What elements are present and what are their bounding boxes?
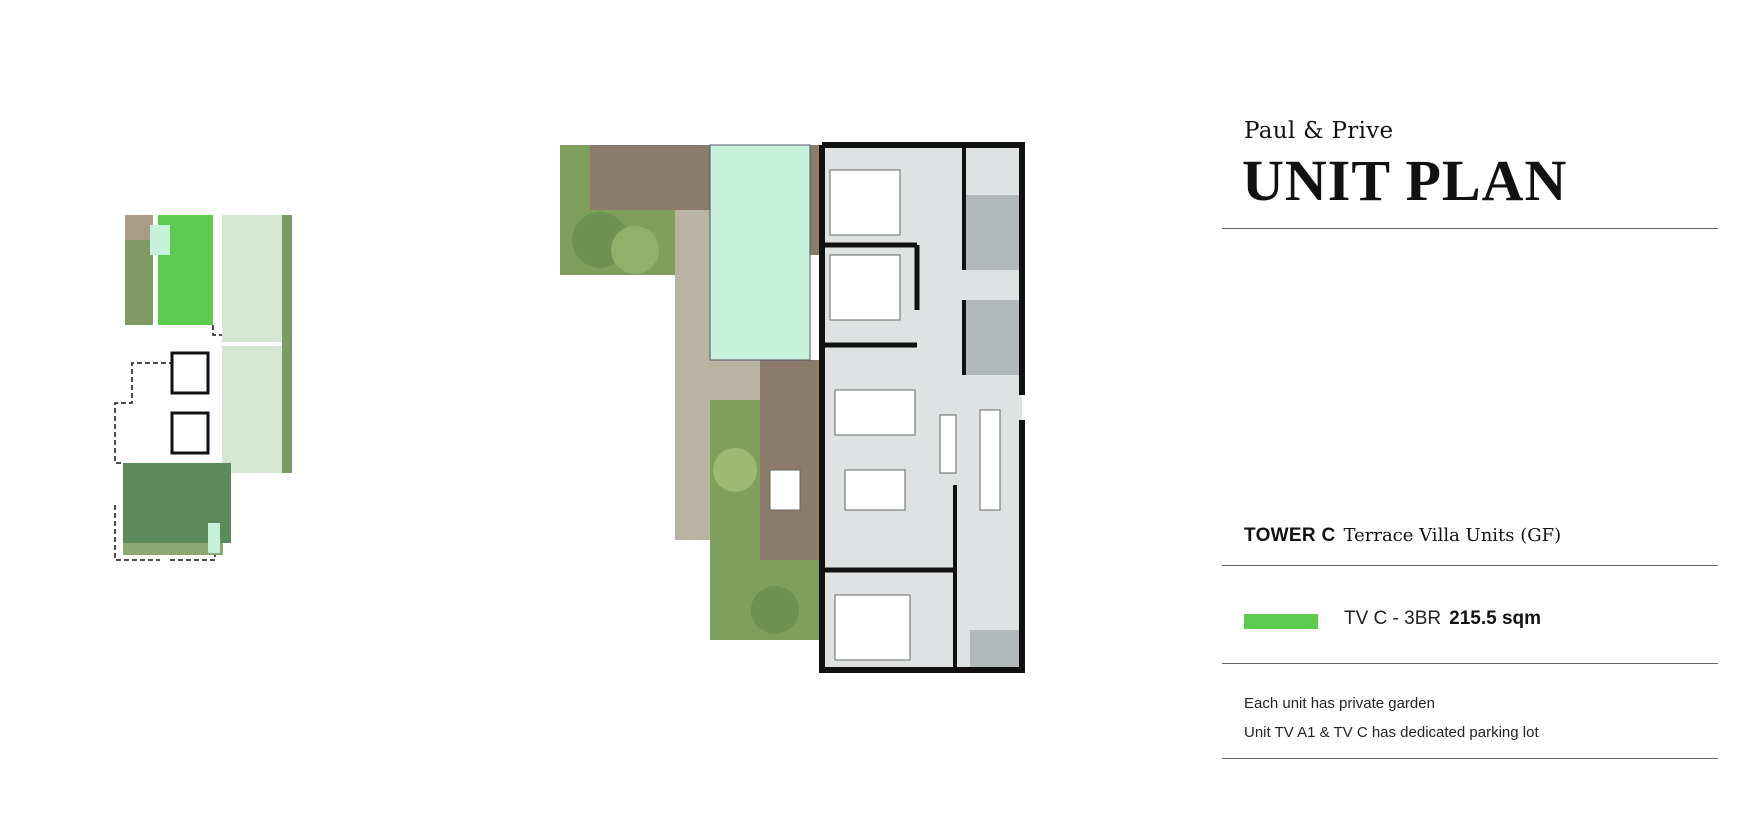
key-plan-core xyxy=(170,351,210,395)
unit-floor-plan xyxy=(560,142,1025,673)
island xyxy=(939,414,957,474)
divider xyxy=(1222,663,1718,664)
page-title: UNIT PLAN xyxy=(1242,148,1568,213)
key-plan-unit-pale xyxy=(222,346,282,473)
deck xyxy=(760,360,820,560)
bed xyxy=(829,169,901,236)
unit-code: TV C - 3BR xyxy=(1344,608,1442,629)
tree xyxy=(611,226,659,274)
divider xyxy=(1222,228,1718,229)
dining-table xyxy=(844,469,906,511)
key-plan xyxy=(114,215,292,561)
paving xyxy=(675,210,710,540)
deck xyxy=(590,145,718,210)
key-plan-outline xyxy=(170,555,216,561)
key-plan-outline xyxy=(114,353,173,464)
kitchen-counter xyxy=(979,409,1001,511)
divider xyxy=(1222,565,1718,566)
tower-name: TOWER C xyxy=(1244,525,1336,546)
key-plan-unit-pale xyxy=(222,215,282,342)
key-plan-core xyxy=(170,411,210,455)
pool xyxy=(709,144,811,361)
divider xyxy=(1222,758,1718,759)
sofa xyxy=(834,389,916,436)
key-plan-pool xyxy=(208,523,220,553)
bed xyxy=(829,254,901,321)
note-parking: Unit TV A1 & TV C has dedicated parking … xyxy=(1244,724,1539,741)
bathroom-floor xyxy=(964,195,1022,270)
outdoor-table xyxy=(769,469,801,511)
key-plan-unit-pool xyxy=(150,225,170,255)
key-plan-outline xyxy=(212,325,222,336)
unit-info: TV C - 3BR 215.5 sqm xyxy=(1344,608,1541,630)
brand-name: Paul & Prive xyxy=(1244,118,1394,144)
tree xyxy=(713,448,757,492)
unit-color-swatch xyxy=(1244,614,1318,629)
tower-heading: TOWER C Terrace Villa Units (GF) xyxy=(1244,525,1561,547)
bed xyxy=(834,594,911,661)
unit-area: 215.5 sqm xyxy=(1449,608,1542,629)
key-plan-paving xyxy=(125,215,153,240)
paving xyxy=(710,360,760,400)
tree xyxy=(751,586,799,634)
bathroom-floor xyxy=(970,630,1022,670)
note-private-garden: Each unit has private garden xyxy=(1244,695,1435,712)
tower-subtitle: Terrace Villa Units (GF) xyxy=(1343,525,1562,546)
key-plan-garden-edge xyxy=(282,215,292,473)
bathroom-floor xyxy=(964,300,1022,375)
